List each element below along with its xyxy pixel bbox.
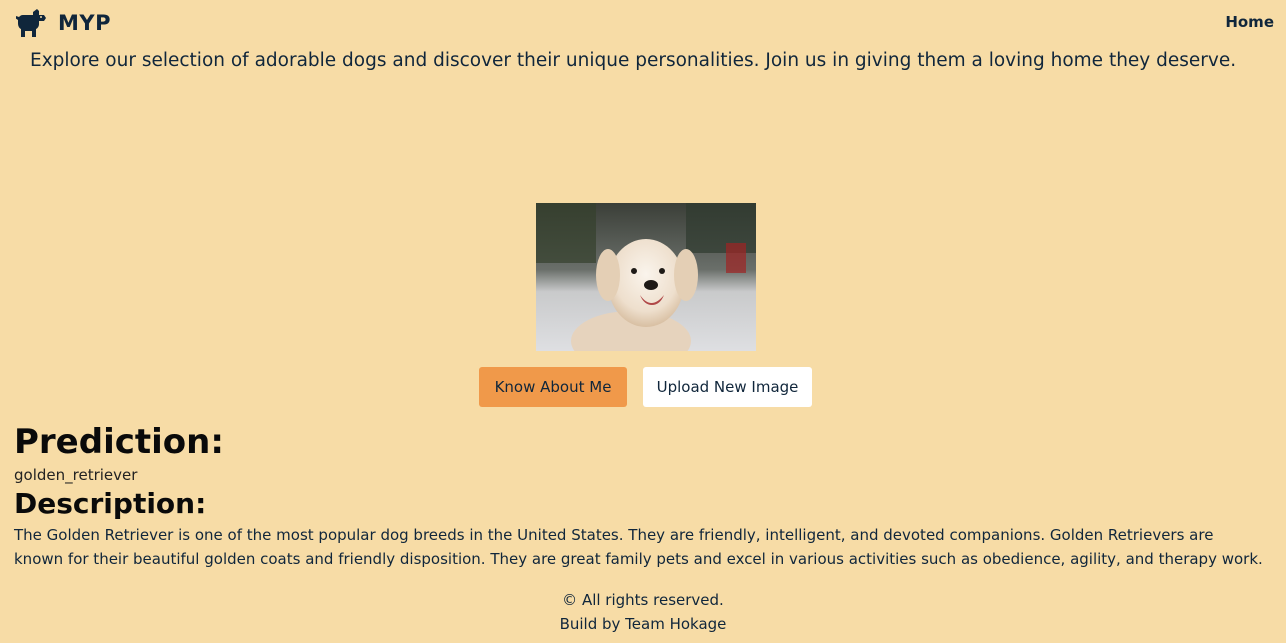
footer-copyright: © All rights reserved. [562,591,724,609]
dog-icon [16,8,50,38]
footer-credit: Build by Team Hokage [559,615,727,633]
know-about-me-button[interactable]: Know About Me [479,367,627,407]
nav-home-link[interactable]: Home [1225,13,1274,31]
prediction-value: golden_retriever [14,466,138,484]
description-text: The Golden Retriever is one of the most … [14,526,1263,568]
page-tagline: Explore our selection of adorable dogs a… [30,50,1237,71]
prediction-heading: Prediction: [14,422,224,462]
upload-new-image-button[interactable]: Upload New Image [643,367,812,407]
brand-name: MYP [58,11,111,35]
footer: © All rights reserved. Build by Team Hok… [0,588,1286,636]
description-heading: Description: [14,487,207,520]
navbar: MYP Home [0,0,1286,44]
dog-photo [536,203,756,351]
brand-link[interactable]: MYP [16,8,111,38]
